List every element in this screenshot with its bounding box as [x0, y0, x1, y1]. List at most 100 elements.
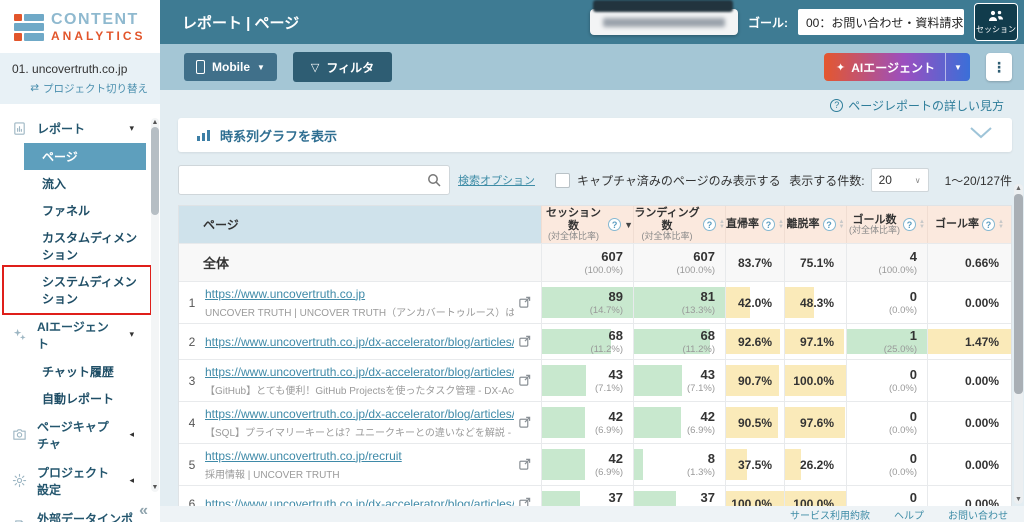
more-options-button[interactable]: ⋮ [986, 53, 1012, 81]
switch-project-label: プロジェクト切り替え [43, 82, 148, 95]
column-header-landings[interactable]: ランディング数 (対全体比率) ? ▲ ▼ [633, 206, 725, 243]
sidebar-item-システムディメンション[interactable]: システムディメンション [2, 264, 152, 315]
sidebar-scrollbar-thumb[interactable] [151, 127, 159, 215]
sidebar-item-カスタムディメンション[interactable]: カスタムディメンション [24, 224, 146, 268]
column-header-goal-rate[interactable]: ゴール率 ? ▲ ▼ [927, 206, 1011, 243]
session-button[interactable]: セッション [974, 3, 1018, 41]
sidebar-item-外部データインポート[interactable]: 外部データインポート [0, 504, 146, 522]
search-options-link[interactable]: 検索オプション [458, 172, 535, 188]
switch-project-link[interactable]: ⇄ プロジェクト切り替え [12, 81, 148, 96]
sidebar-item-自動レポート[interactable]: 自動レポート [24, 385, 146, 412]
value: 97.6% [799, 415, 834, 430]
help-tooltip-icon[interactable]: ? [822, 218, 836, 231]
column-header-bounce[interactable]: 直帰率 ? ▲ ▼ [725, 206, 784, 243]
search-input[interactable] [187, 173, 427, 187]
footer: サービス利用約款 ヘルプ お問い合わせ [160, 506, 1024, 522]
footer-link[interactable]: サービス利用約款 [790, 507, 870, 522]
help-tooltip-icon[interactable]: ? [608, 218, 622, 231]
column-header-exit[interactable]: 離脱率 ? ▲ ▼ [784, 206, 846, 243]
goal-select[interactable]: 00：お問い合わせ・資料請求 [798, 9, 964, 35]
page-url-link[interactable]: https://www.uncovertruth.co.jp/dx-accele… [205, 497, 514, 507]
per-page-select[interactable]: 20 ∨ [870, 168, 929, 192]
external-link-icon[interactable] [518, 497, 531, 506]
page-url-link[interactable]: https://www.uncovertruth.co.jp/dx-accele… [205, 365, 514, 379]
sort-icon[interactable]: ▲ ▼ [919, 219, 925, 229]
page-url-link[interactable]: https://www.uncovertruth.co.jp [205, 287, 514, 301]
goals-cell: 0(0.0%) [846, 282, 927, 323]
report-icon [12, 121, 28, 136]
bounce-cell: 90.5% [725, 402, 784, 443]
search-icon[interactable] [427, 173, 441, 187]
sidebar-nav: レポート ▾ ページ 流入 ファネル カスタムディメンション システムディメンション AIエー… [0, 104, 160, 522]
report-help-link[interactable]: ? ページレポートの詳しい見方 [830, 97, 1004, 114]
sidebar-item-チャット履歴[interactable]: チャット履歴 [24, 358, 146, 385]
footer-link[interactable]: ヘルプ [894, 507, 924, 522]
sidebar-item-流入[interactable]: 流入 [24, 170, 146, 197]
pagination-controls: 表示する件数: 20 ∨ 1〜20/127件 [789, 168, 1012, 192]
external-link-icon[interactable] [518, 374, 531, 387]
help-tooltip-icon[interactable]: ? [762, 218, 776, 231]
sort-desc-icon[interactable]: ▼ [624, 220, 633, 230]
content-scrollbar-thumb[interactable] [1014, 194, 1023, 394]
chevron-left-icon: ◂ [129, 429, 134, 440]
per-page-label: 表示する件数: [789, 173, 865, 188]
mobile-phone-icon [196, 60, 205, 74]
brand-line1: CONTENT [51, 11, 139, 28]
landings-cell: 81 (13.3%) [633, 282, 725, 323]
page-url-link[interactable]: https://www.uncovertruth.co.jp/dx-accele… [205, 407, 514, 421]
redacted-date-text [603, 17, 725, 27]
sort-icon[interactable]: ▲ ▼ [998, 219, 1004, 229]
ai-icon [12, 327, 28, 342]
external-link-icon[interactable] [518, 458, 531, 471]
device-dropdown[interactable]: Mobile ▼ [184, 53, 277, 81]
filter-button[interactable]: ▽ フィルタ [292, 52, 393, 82]
checkbox[interactable] [555, 172, 570, 188]
brand-line2: ANALYTICS [51, 28, 146, 43]
page-description: 【GitHub】とても便利！GitHub Projectsを使ったタスク管理 -… [205, 385, 514, 397]
help-tooltip-icon[interactable]: ? [903, 218, 917, 231]
value: 37 [700, 490, 715, 506]
value: 42.0% [737, 295, 772, 310]
sidebar-item-ページキャプチャ[interactable]: ページキャプチャ ◂ [0, 412, 146, 458]
page-info: https://www.uncovertruth.co.jp UNCOVER TR… [205, 287, 518, 319]
ai-agent-button[interactable]: ✦ AIエージェント ▼ [824, 53, 970, 81]
content-scrollbar[interactable]: ▲ ▼ [1014, 184, 1023, 504]
bar-fill [542, 491, 581, 506]
external-link-icon[interactable] [518, 416, 531, 429]
scroll-down-icon[interactable]: ▼ [1014, 495, 1023, 504]
date-range-picker[interactable] [590, 0, 738, 35]
captured-only-checkbox-row[interactable]: キャプチャ済みのページのみ表示する [555, 172, 781, 189]
scroll-up-icon[interactable]: ▲ [1014, 184, 1023, 193]
toolbar: Mobile ▼ ▽ フィルタ ✦ AIエージェント ▼ ⋮ [160, 44, 1024, 90]
bar-fill [634, 449, 644, 480]
pct: (6.9%) [595, 466, 623, 478]
row-number: 5 [188, 457, 196, 472]
sidebar-item-AIエージェント[interactable]: AIエージェント ▾ [0, 312, 146, 358]
scroll-up-icon[interactable]: ▲ [151, 118, 159, 127]
help-tooltip-icon[interactable]: ? [703, 218, 717, 231]
sidebar-scrollbar[interactable]: ▲ ▼ [151, 118, 159, 492]
expand-chevron-icon[interactable] [970, 126, 992, 144]
brand-logo: CONTENT ANALYTICS [0, 0, 160, 53]
chevron-down-icon[interactable]: ▼ [946, 63, 970, 72]
sort-icon[interactable]: ▲ ▼ [839, 219, 845, 229]
page-url-link[interactable]: https://www.uncovertruth.co.jp/recruit [205, 449, 514, 463]
sidebar-item-レポート[interactable]: レポート ▾ [0, 114, 146, 143]
header-label: 直帰率 [726, 218, 760, 231]
sidebar-collapse-button[interactable]: « [139, 502, 148, 522]
footer-link[interactable]: お問い合わせ [948, 507, 1008, 522]
goals-cell: 1 (25.0%) [846, 324, 927, 359]
sidebar-item-ページ[interactable]: ページ [24, 142, 146, 170]
total-goal-rate: 0.66% [927, 244, 1011, 281]
page-url-link[interactable]: https://www.uncovertruth.co.jp/dx-accele… [205, 335, 514, 349]
scroll-down-icon[interactable]: ▼ [151, 483, 159, 492]
column-header-goals[interactable]: ゴール数 (対全体比率) ? ▲ ▼ [846, 206, 927, 243]
help-tooltip-icon[interactable]: ? [982, 218, 996, 231]
bar-fill [542, 365, 586, 396]
total-bounce: 83.7% [725, 244, 784, 281]
external-link-icon[interactable] [518, 296, 531, 309]
column-header-sessions[interactable]: セッション数 (対全体比率) ? ▼ [541, 206, 633, 243]
sidebar-item-ファネル[interactable]: ファネル [24, 197, 146, 224]
sidebar-item-プロジェクト設定[interactable]: プロジェクト設定 ◂ [0, 458, 146, 504]
external-link-icon[interactable] [518, 335, 531, 348]
